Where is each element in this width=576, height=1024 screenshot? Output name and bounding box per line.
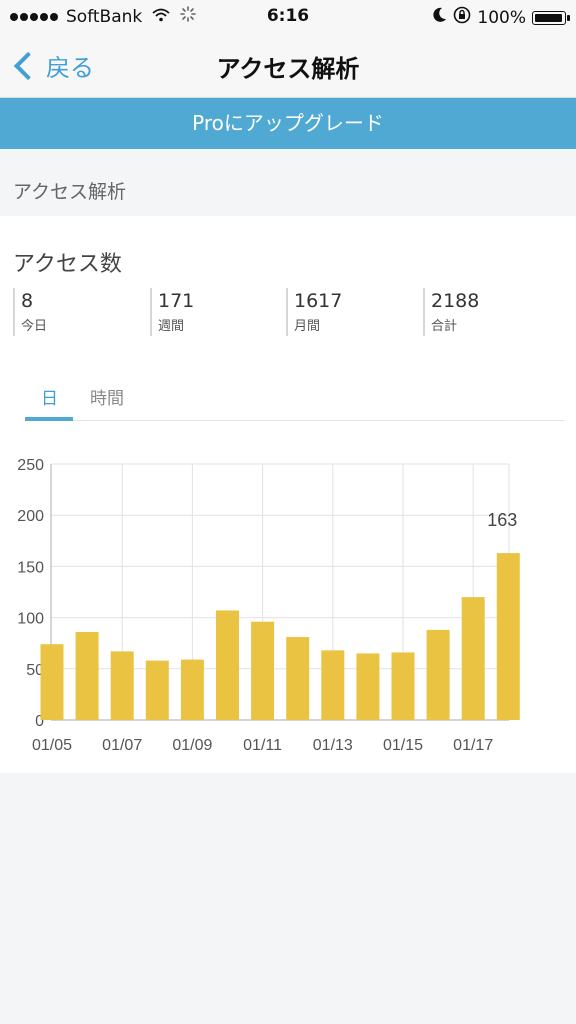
x-tick-label: 01/09 [172,737,212,754]
stat-value: 2188 [431,290,480,312]
x-tick-label: 01/13 [313,737,353,754]
moon-icon [433,7,447,28]
y-tick-label: 250 [17,457,44,474]
stat-value: 171 [158,290,195,312]
bar-01-17 [461,597,485,720]
bar-01-07 [110,651,134,720]
bar-01-09 [180,659,204,720]
navigation-bar: 戻る アクセス解析 [0,32,576,98]
stats-row: 8 今日 171 週間 1617 月間 2188 合計 [13,288,564,336]
tab-day[interactable]: 日 [41,384,58,409]
page-title: アクセス解析 [216,55,360,83]
tab-hour[interactable]: 時間 [90,384,124,409]
bar-01-08 [145,660,169,720]
y-tick-label: 100 [17,611,44,628]
stat-label: 月間 [294,319,321,334]
card-title: アクセス数 [13,252,122,277]
access-bar-chart: 05010015020025001/05 01/07 01/09 01/11 01/13… [17,457,520,754]
status-bar: SoftBank 6:16 100% [0,0,576,32]
x-tick-label: 01/05 [32,737,72,754]
stat-total: 2188 合計 [423,288,561,336]
x-tick-label: 01/15 [383,737,423,754]
upgrade-button[interactable]: Proにアップグレード [0,98,576,149]
status-right: 100% [433,6,570,29]
bar-01-14 [356,653,380,720]
access-card: アクセス数 8 今日 171 週間 1617 月間 2188 合計 日 時間 0… [0,216,576,773]
bar-01-10 [216,610,239,720]
stat-label: 週間 [158,319,185,334]
section-title: アクセス解析 [13,181,127,203]
stat-today: 8 今日 [13,288,151,336]
x-tick-label: 01/11 [243,737,282,754]
data-label: 163 [487,510,517,530]
battery-percent: 100% [477,7,526,28]
stat-month: 1617 月間 [286,288,424,336]
stat-value: 1617 [294,290,343,312]
bar-01-13 [321,650,345,720]
bar-01-11 [251,621,275,720]
stat-value: 8 [21,290,34,312]
x-tick-label: 01/17 [453,737,493,754]
bar-01-16 [426,629,450,720]
orientation-lock-icon [453,6,471,29]
period-tabs: 日 時間 [25,376,564,421]
x-tick-label: 01/07 [102,737,142,754]
bar-01-06 [75,631,99,720]
stat-week: 171 週間 [150,288,288,336]
y-tick-label: 200 [17,508,44,525]
active-tab-indicator [25,417,73,421]
bar-01-12 [286,637,310,720]
bar-01-18 [496,553,520,720]
bar-01-05 [40,644,64,720]
battery-icon [532,10,570,25]
stat-label: 今日 [21,319,48,334]
y-tick-label: 150 [17,559,44,576]
stat-label: 合計 [431,319,458,334]
bar-01-15 [391,652,415,720]
